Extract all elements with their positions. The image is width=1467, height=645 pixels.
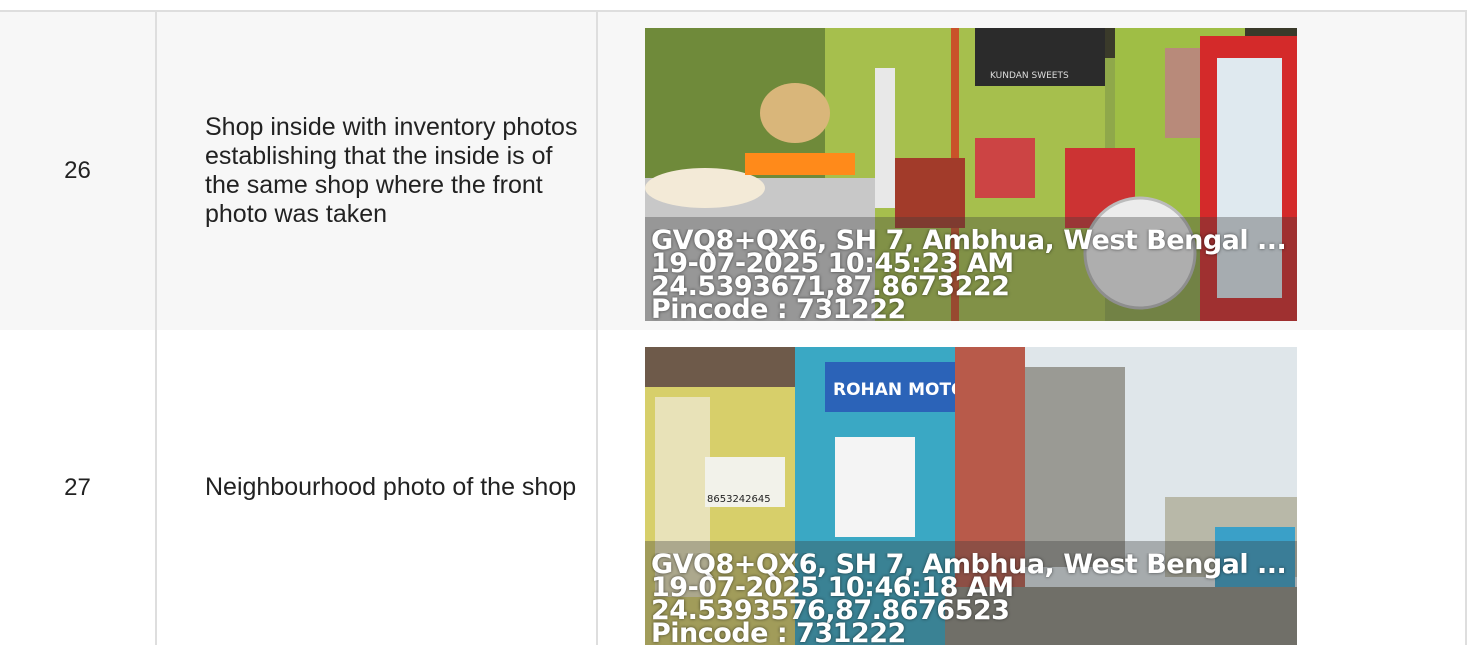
row-number: 27: [64, 473, 91, 501]
row-description: Shop inside with inventory photos establ…: [205, 113, 578, 228]
table-row: 27 Neighbourhood photo of the shop 86532…: [0, 330, 1467, 645]
column-divider: [155, 10, 157, 645]
shop-inside-photo[interactable]: KUNDAN SWEETS GVQ8+QX6, SH 7, Ambhua, We…: [645, 28, 1297, 321]
table-row: 26 Shop inside with inventory photos est…: [0, 10, 1467, 332]
row-number: 26: [64, 157, 91, 184]
neighbourhood-photo[interactable]: 8653242645 ROHAN MOTOR GVQ8+QX6, SH 7, A…: [645, 347, 1297, 645]
phone-text: 8653242645: [707, 494, 771, 505]
geo-stamp: GVQ8+QX6, SH 7, Ambhua, West Bengal ... …: [651, 229, 1287, 321]
row-description: Neighbourhood photo of the shop: [205, 473, 577, 501]
inspection-table: 26 Shop inside with inventory photos est…: [0, 0, 1467, 645]
geo-stamp: GVQ8+QX6, SH 7, Ambhua, West Bengal ... …: [651, 553, 1287, 645]
sign-text: KUNDAN SWEETS: [990, 71, 1069, 81]
column-divider: [596, 10, 598, 645]
